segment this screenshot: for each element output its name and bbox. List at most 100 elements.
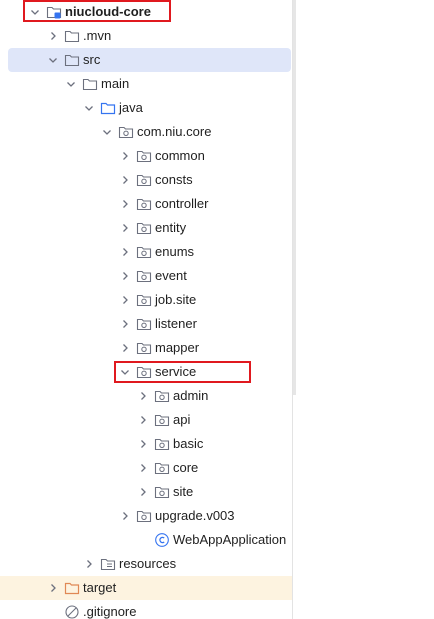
chevron-right-icon[interactable]: [136, 389, 150, 403]
project-tree-panel: niucloud-core .mvn src main java com.niu…: [0, 0, 296, 619]
chevron-right-icon[interactable]: [46, 581, 60, 595]
tree-item-label: listener: [155, 316, 197, 331]
package-icon: [136, 148, 152, 164]
vertical-scrollbar[interactable]: [293, 0, 296, 395]
tree-item-resources[interactable]: resources: [0, 552, 296, 576]
chevron-down-icon[interactable]: [46, 53, 60, 67]
chevron-right-icon[interactable]: [118, 173, 132, 187]
package-icon: [136, 196, 152, 212]
package-icon: [136, 244, 152, 260]
tree-item-webappapplication[interactable]: WebAppApplication: [0, 528, 296, 552]
tree-item-label: controller: [155, 196, 209, 211]
tree-item-controller[interactable]: controller: [0, 192, 296, 216]
chevron-down-icon[interactable]: [100, 125, 114, 139]
package-icon: [136, 268, 152, 284]
chevron-right-icon[interactable]: [118, 509, 132, 523]
tree-item-enums[interactable]: enums: [0, 240, 296, 264]
tree-item-mvn[interactable]: .mvn: [0, 24, 296, 48]
tree-item-api[interactable]: api: [0, 408, 296, 432]
tree-item-basic[interactable]: basic: [0, 432, 296, 456]
folder-icon: [64, 52, 80, 68]
package-icon: [136, 508, 152, 524]
excluded-folder-icon: [64, 580, 80, 596]
tree-item-com-niu-core[interactable]: com.niu.core: [0, 120, 296, 144]
source-folder-icon: [100, 100, 116, 116]
folder-icon: [82, 76, 98, 92]
tree-item-admin[interactable]: admin: [0, 384, 296, 408]
chevron-right-icon[interactable]: [136, 461, 150, 475]
tree-item-label: consts: [155, 172, 193, 187]
tree-item-label: WebAppApplication: [173, 532, 287, 547]
ignored-file-icon: [64, 604, 80, 619]
tree-item-label: java: [119, 100, 143, 115]
tree-item-label: mapper: [155, 340, 200, 355]
package-icon: [154, 436, 170, 452]
tree-item-site[interactable]: site: [0, 480, 296, 504]
tree-item-label: main: [101, 76, 130, 91]
tree-item-main[interactable]: main: [0, 72, 296, 96]
tree-item-label: upgrade.v003: [155, 508, 235, 523]
tree-item-consts[interactable]: consts: [0, 168, 296, 192]
class-icon: [154, 532, 170, 548]
chevron-right-icon[interactable]: [136, 413, 150, 427]
tree-item-listener[interactable]: listener: [0, 312, 296, 336]
chevron-right-icon[interactable]: [118, 293, 132, 307]
tree-item-common[interactable]: common: [0, 144, 296, 168]
tree-item-job-site[interactable]: job.site: [0, 288, 296, 312]
chevron-right-icon[interactable]: [118, 197, 132, 211]
tree-item-event[interactable]: event: [0, 264, 296, 288]
annotation-box-service: [114, 361, 251, 383]
chevron-right-icon[interactable]: [136, 437, 150, 451]
tree-item-label: .gitignore: [83, 604, 137, 619]
tree-item-label: src: [83, 52, 101, 67]
chevron-down-icon[interactable]: [82, 101, 96, 115]
tree-item-gitignore[interactable]: .gitignore: [0, 600, 296, 619]
folder-icon: [64, 28, 80, 44]
tree-item-src[interactable]: src: [0, 48, 296, 72]
tree-item-entity[interactable]: entity: [0, 216, 296, 240]
chevron-right-icon[interactable]: [136, 485, 150, 499]
tree-item-upgrade-v003[interactable]: upgrade.v003: [0, 504, 296, 528]
package-icon: [154, 388, 170, 404]
package-icon: [154, 484, 170, 500]
package-icon: [154, 460, 170, 476]
chevron-right-icon[interactable]: [118, 149, 132, 163]
chevron-down-icon[interactable]: [64, 77, 78, 91]
chevron-right-icon[interactable]: [118, 245, 132, 259]
tree-item-label: basic: [173, 436, 204, 451]
chevron-right-icon[interactable]: [118, 341, 132, 355]
tree-item-label: core: [173, 460, 199, 475]
tree-item-target[interactable]: target: [0, 576, 296, 600]
tree-item-label: target: [83, 580, 117, 595]
tree-item-label: .mvn: [83, 28, 112, 43]
tree-item-label: com.niu.core: [137, 124, 212, 139]
tree-item-label: common: [155, 148, 205, 163]
package-icon: [154, 412, 170, 428]
tree-item-core[interactable]: core: [0, 456, 296, 480]
chevron-right-icon[interactable]: [118, 317, 132, 331]
package-icon: [136, 172, 152, 188]
tree-item-label: enums: [155, 244, 195, 259]
resources-folder-icon: [100, 556, 116, 572]
annotation-box-niucloud-core: [23, 0, 171, 22]
tree-item-label: entity: [155, 220, 187, 235]
tree-item-label: admin: [173, 388, 209, 403]
tree-item-mapper[interactable]: mapper: [0, 336, 296, 360]
package-icon: [136, 220, 152, 236]
tree-item-label: job.site: [155, 292, 197, 307]
tree-item-label: site: [173, 484, 194, 499]
package-icon: [118, 124, 134, 140]
chevron-right-icon[interactable]: [46, 29, 60, 43]
tree-item-label: resources: [119, 556, 177, 571]
chevron-right-icon[interactable]: [118, 221, 132, 235]
package-icon: [136, 340, 152, 356]
tree-item-java[interactable]: java: [0, 96, 296, 120]
chevron-right-icon[interactable]: [118, 269, 132, 283]
chevron-right-icon[interactable]: [82, 557, 96, 571]
package-icon: [136, 316, 152, 332]
tree-item-label: api: [173, 412, 191, 427]
package-icon: [136, 292, 152, 308]
tree-item-label: event: [155, 268, 187, 283]
